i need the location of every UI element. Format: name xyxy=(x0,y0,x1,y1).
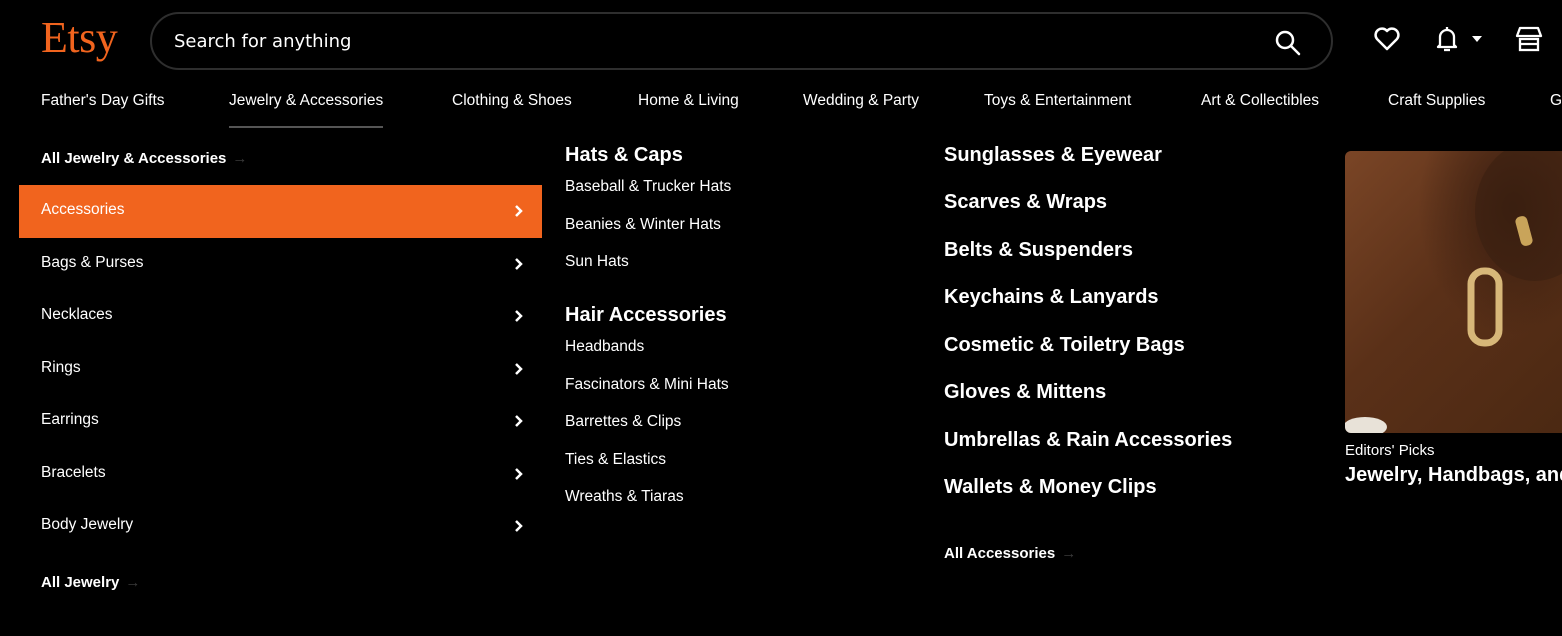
subcategory-heading-link[interactable]: Keychains & Lanyards xyxy=(944,286,1159,309)
nav-item-craft-supplies[interactable]: Craft Supplies xyxy=(1388,92,1485,110)
category-label: Bracelets xyxy=(41,464,106,481)
category-accessories[interactable]: Accessories xyxy=(19,185,542,238)
arrow-right-icon: → xyxy=(1061,545,1077,562)
nav-item-gifts[interactable]: G xyxy=(1550,92,1562,110)
chevron-right-icon xyxy=(515,415,523,427)
earring-illustration xyxy=(1345,151,1562,433)
category-label: Body Jewelry xyxy=(41,516,134,533)
nav-item-fathers-day-gifts[interactable]: Father's Day Gifts xyxy=(41,92,165,110)
all-accessories-label: All Accessories xyxy=(944,545,1056,562)
search-input[interactable] xyxy=(174,26,1254,56)
nav-item-wedding-party[interactable]: Wedding & Party xyxy=(803,92,919,110)
subcategory-heading-link[interactable]: Wallets & Money Clips xyxy=(944,476,1157,499)
shop-icon xyxy=(1515,26,1543,52)
promo-image[interactable] xyxy=(1345,151,1562,433)
heart-icon xyxy=(1374,27,1400,51)
chevron-right-icon xyxy=(515,520,523,532)
category-label: Earrings xyxy=(41,411,99,428)
subcategory-link[interactable]: Headbands xyxy=(565,338,644,356)
subcategory-heading-link[interactable]: Cosmetic & Toiletry Bags xyxy=(944,334,1185,357)
all-jewelry-accessories-link[interactable]: All Jewelry & Accessories → xyxy=(41,150,247,167)
nav-item-art-collectibles[interactable]: Art & Collectibles xyxy=(1201,92,1319,110)
arrow-right-icon: → xyxy=(125,574,141,591)
chevron-right-icon xyxy=(515,363,523,375)
chevron-right-icon xyxy=(515,310,523,322)
subcategory-heading-link[interactable]: Sunglasses & Eyewear xyxy=(944,144,1162,167)
all-jewelry-label: All Jewelry xyxy=(41,574,120,591)
search-bar xyxy=(150,12,1333,70)
chevron-right-icon xyxy=(515,258,523,270)
arrow-right-icon: → xyxy=(232,150,248,167)
nav-item-clothing-shoes[interactable]: Clothing & Shoes xyxy=(452,92,572,110)
subcategory-link[interactable]: Fascinators & Mini Hats xyxy=(565,376,729,394)
all-jewelry-accessories-label: All Jewelry & Accessories xyxy=(41,150,227,167)
category-label: Rings xyxy=(41,359,81,376)
subcategory-link[interactable]: Beanies & Winter Hats xyxy=(565,216,721,234)
subcategory-heading-link[interactable]: Gloves & Mittens xyxy=(944,381,1106,404)
category-bracelets[interactable]: Bracelets xyxy=(19,448,542,501)
promo-kicker: Editors' Picks xyxy=(1345,442,1435,459)
promo-title[interactable]: Jewelry, Handbags, and xyxy=(1345,464,1562,487)
category-body-jewelry[interactable]: Body Jewelry xyxy=(19,500,542,553)
subcategory-link[interactable]: Ties & Elastics xyxy=(565,451,666,469)
nav-item-jewelry-accessories[interactable]: Jewelry & Accessories xyxy=(229,92,384,128)
subcategory-link[interactable]: Wreaths & Tiaras xyxy=(565,488,684,506)
subcategory-heading-link[interactable]: Scarves & Wraps xyxy=(944,191,1107,214)
hair-accessories-heading[interactable]: Hair Accessories xyxy=(565,304,727,327)
subcategory-link[interactable]: Baseball & Trucker Hats xyxy=(565,178,731,196)
subcategory-heading-link[interactable]: Belts & Suspenders xyxy=(944,239,1133,262)
category-earrings[interactable]: Earrings xyxy=(19,395,542,448)
bell-icon xyxy=(1436,27,1458,52)
notifications-button[interactable] xyxy=(1432,24,1488,56)
category-necklaces[interactable]: Necklaces xyxy=(19,290,542,343)
category-label: Necklaces xyxy=(41,306,113,323)
category-nav: Father's Day Gifts Jewelry & Accessories… xyxy=(0,88,1562,128)
search-icon xyxy=(1275,30,1301,56)
category-label: Accessories xyxy=(41,201,125,218)
chevron-right-icon xyxy=(515,205,523,217)
subcategory-heading-link[interactable]: Umbrellas & Rain Accessories xyxy=(944,429,1232,452)
chevron-right-icon xyxy=(515,468,523,480)
search-button[interactable] xyxy=(1273,28,1303,58)
header: Etsy xyxy=(0,0,1562,80)
subcategory-link[interactable]: Barrettes & Clips xyxy=(565,413,681,431)
category-label: Bags & Purses xyxy=(41,254,144,271)
etsy-logo[interactable]: Etsy xyxy=(41,12,118,63)
caret-down-icon xyxy=(1472,36,1482,42)
favorites-button[interactable] xyxy=(1372,24,1404,56)
all-jewelry-link[interactable]: All Jewelry → xyxy=(41,574,140,591)
shop-button[interactable] xyxy=(1514,24,1546,56)
nav-item-toys-entertainment[interactable]: Toys & Entertainment xyxy=(984,92,1131,110)
nav-item-home-living[interactable]: Home & Living xyxy=(638,92,739,110)
subcategory-link[interactable]: Sun Hats xyxy=(565,253,629,271)
all-accessories-link[interactable]: All Accessories → xyxy=(944,545,1076,562)
category-rings[interactable]: Rings xyxy=(19,343,542,396)
hats-caps-heading[interactable]: Hats & Caps xyxy=(565,144,683,167)
category-bags-purses[interactable]: Bags & Purses xyxy=(19,238,542,291)
